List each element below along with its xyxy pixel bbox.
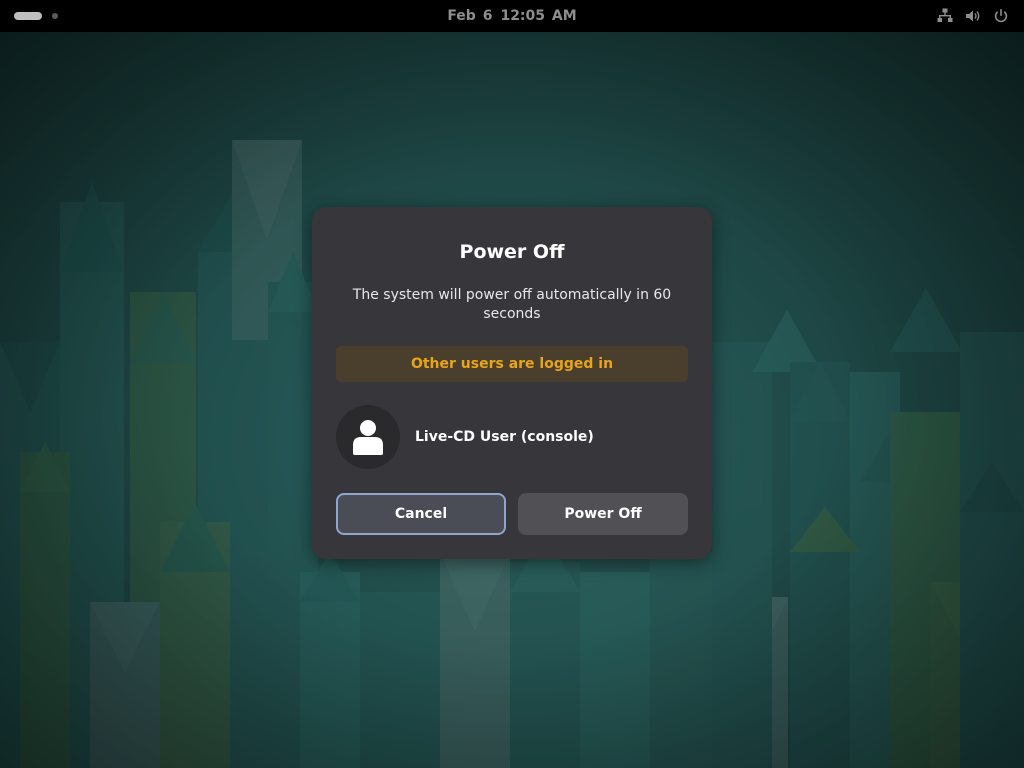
system-tray[interactable] [936,7,1010,25]
power-off-dialog: Power Off The system will power off auto… [312,207,712,559]
power-icon [994,9,1008,23]
clock-time: 12:05 AM [500,8,577,24]
user-icon [353,420,383,455]
logged-in-user: Live-CD User (console) [336,405,688,469]
clock[interactable]: Feb 6 12:05 AM [0,0,1024,32]
dialog-description: The system will power off automatically … [352,287,672,322]
power-off-button[interactable]: Power Off [518,493,688,535]
other-users-warning: Other users are logged in [336,346,688,382]
network-icon [937,8,953,22]
clock-date: Feb 6 [447,8,493,24]
user-name: Live-CD User (console) [415,429,594,445]
user-avatar [336,405,400,469]
desktop: Feb 6 12:05 AM Power Off The system will… [0,0,1024,768]
cancel-button[interactable]: Cancel [336,493,506,535]
volume-icon [966,10,980,22]
dialog-title: Power Off [459,241,565,263]
top-bar: Feb 6 12:05 AM [0,0,1024,32]
